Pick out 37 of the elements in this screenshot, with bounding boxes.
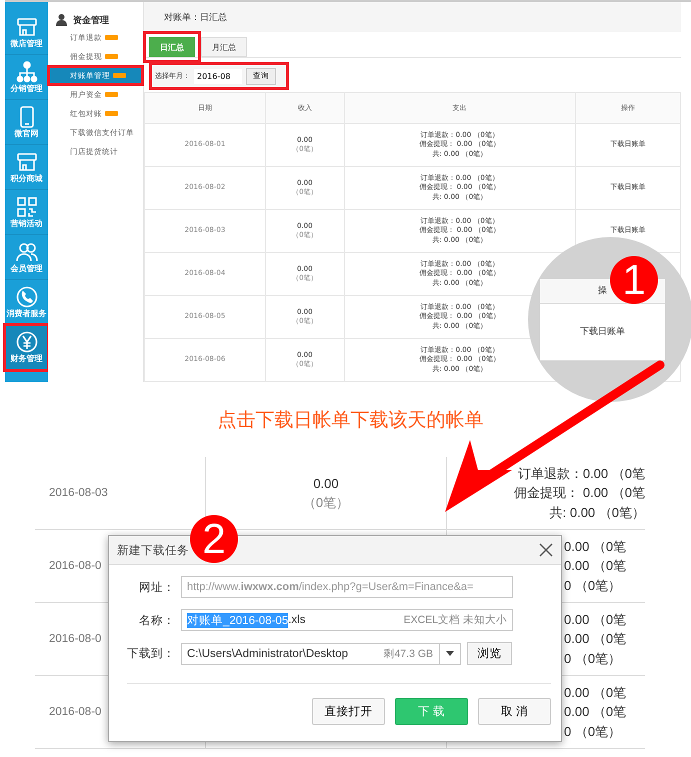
income-cell-text: 0.00 （0笔） [302, 474, 350, 512]
column-header: 操 [598, 284, 607, 297]
page-title: 对账单：日汇总 [164, 12, 227, 24]
month-field[interactable]: 2016-08 [194, 68, 242, 84]
people-icon [16, 240, 38, 262]
caret-icon [446, 651, 454, 656]
nav-item[interactable]: 财务管理 [5, 325, 48, 370]
network-icon [16, 60, 38, 82]
dialog-button[interactable]: 取 消 [478, 698, 551, 725]
step-badge: 2 [190, 515, 238, 563]
browse-button[interactable]: 浏览 [467, 642, 512, 665]
date-cell: 2016-08-0 [49, 706, 102, 718]
tab[interactable]: 月汇总 [201, 37, 247, 57]
storefront-icon [16, 16, 38, 38]
qr-code-icon [16, 196, 38, 218]
path-dropdown[interactable]: C:\Users\Administrator\Desktop 剩47.3 GB [181, 642, 461, 664]
expense-cell-text: 0.00 （0笔 0.00 （0笔 0 （0笔） [564, 610, 626, 668]
download-link[interactable]: 下载日账单 [580, 325, 625, 338]
date-cell: 2016-08-0 [49, 633, 102, 645]
dialog-title: 新建下载任务 [117, 543, 189, 558]
dialog-button[interactable]: 直接打开 [312, 698, 385, 725]
expense-cell-text: 0.00 （0笔 0.00 （0笔 0 （0笔） [564, 538, 626, 595]
field-label: 网址： [138, 580, 175, 594]
expense-cell-text: 订单退款：0.00 （0笔 佣金提现： 0.00 （0笔 共: 0.00 （0笔） [514, 464, 645, 522]
instruction-caption: 点击下载日帐单下载该天的帐单 [216, 408, 484, 432]
close-icon[interactable] [539, 543, 553, 557]
storefront-icon [16, 150, 38, 172]
date-cell: 2016-08-03 [49, 487, 108, 499]
phone-call-icon [16, 286, 38, 308]
date-cell: 2016-08-0 [49, 560, 102, 572]
person-icon [56, 14, 67, 26]
field-label: 下载到： [126, 646, 175, 661]
submenu-title: 资金管理 [73, 14, 109, 26]
field-label: 名称： [138, 614, 175, 628]
yuan-icon [16, 330, 38, 352]
expense-cell-text: 0.00 （0笔 0.00 （0笔 0 （0笔） [564, 684, 626, 741]
filename-field[interactable]: 对账单_2016-08-05.xls EXCEL文档 未知大小 [181, 609, 513, 631]
